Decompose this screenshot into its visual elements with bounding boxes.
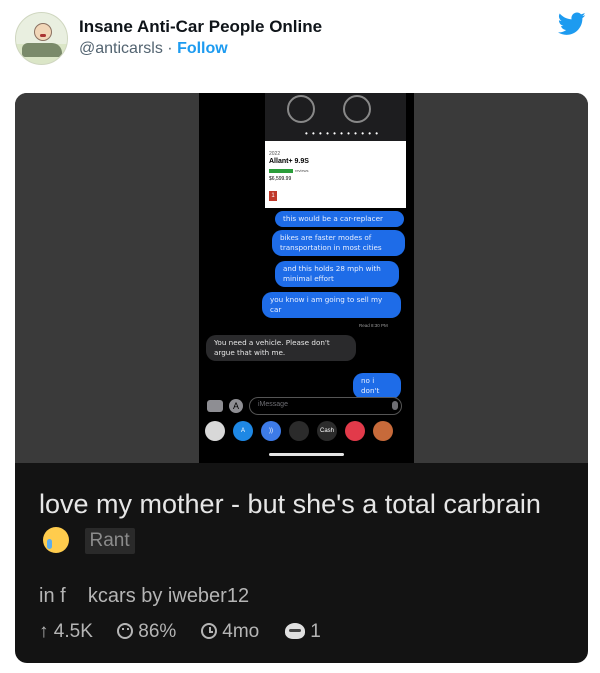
twitter-bird-icon[interactable] — [558, 12, 586, 36]
audio-icon[interactable]: )) — [261, 421, 281, 441]
ratio-stat: 86% — [117, 621, 176, 643]
awards-stat: 1 — [285, 621, 321, 643]
product-reviews: reviews — [295, 168, 309, 173]
message-bubble-sent: and this holds 28 mph with minimal effor… — [275, 261, 399, 287]
bike-wheel-icon — [287, 95, 315, 123]
cash-icon[interactable]: Cash — [317, 421, 337, 441]
app-store-icon[interactable]: A — [229, 399, 243, 413]
bike-wheel-icon — [343, 95, 371, 123]
flair-tag[interactable]: Rant — [84, 528, 135, 554]
product-year: 2022 — [269, 151, 281, 157]
pay-icon[interactable] — [289, 421, 309, 441]
tweet-header: Insane Anti-Car People Online @anticarsl… — [0, 0, 600, 80]
media-card[interactable]: • • • • • • • • • • • 2022 Allant+ 9.9S … — [15, 93, 588, 663]
images-search-icon[interactable] — [345, 421, 365, 441]
compose-bar: A iMessage — [207, 396, 407, 416]
message-bubble-sent: bikes are faster modes of transportation… — [272, 230, 405, 256]
awards-count: 1 — [310, 621, 321, 642]
award-icon — [285, 623, 305, 639]
product-preview-card: • • • • • • • • • • • 2022 Allant+ 9.9S … — [265, 93, 406, 208]
rating-stars — [269, 169, 293, 173]
post-age: 4mo — [222, 621, 260, 642]
message-bubble-received: You need a vehicle. Please don't argue t… — [206, 335, 356, 361]
phone-screenshot: • • • • • • • • • • • 2022 Allant+ 9.9S … — [199, 93, 414, 463]
product-price: $6,599.99 — [269, 176, 292, 182]
product-badge: 1 — [269, 191, 277, 201]
message-bubble-sent: you know i am going to sell my car — [262, 292, 401, 318]
upvote-arrow-icon: ↑ — [39, 621, 49, 642]
handle-row: @anticarsls · Follow — [79, 40, 228, 58]
camera-icon[interactable] — [207, 400, 223, 412]
memoji-icon[interactable] — [373, 421, 393, 441]
crying-face-icon — [43, 527, 69, 553]
app-store-icon[interactable]: A — [233, 421, 253, 441]
account-avatar[interactable] — [15, 12, 68, 65]
screenshot-panel: • • • • • • • • • • • 2022 Allant+ 9.9S … — [15, 93, 588, 463]
post-title-block[interactable]: love my mother - but she's a total carbr… — [39, 486, 559, 558]
upvote-ratio: 86% — [138, 621, 177, 642]
imessage-input[interactable]: iMessage — [249, 397, 402, 415]
separator: · — [167, 40, 173, 57]
upvotes-count: 4.5K — [53, 621, 93, 642]
app-drawer: A )) Cash — [205, 421, 410, 443]
read-receipt: Read 8:30 PM — [359, 323, 388, 328]
account-handle[interactable]: @anticarsls — [79, 40, 163, 57]
home-indicator — [269, 453, 344, 456]
upvotes-stat: ↑ 4.5K — [39, 621, 93, 643]
microphone-icon[interactable] — [392, 401, 398, 410]
product-title: Allant+ 9.9S — [269, 158, 309, 165]
bike-image: • • • • • • • • • • • — [265, 93, 406, 141]
post-title: love my mother - but she's a total carbr… — [39, 489, 541, 519]
avatar-face — [34, 23, 52, 41]
account-name[interactable]: Insane Anti-Car People Online — [79, 17, 322, 37]
carousel-dots: • • • • • • • • • • • — [305, 129, 380, 138]
post-subreddit-author[interactable]: in f kcars by iweber12 — [39, 585, 249, 608]
smiley-icon — [117, 623, 133, 639]
clock-icon — [201, 623, 217, 639]
age-stat: 4mo — [201, 621, 259, 643]
follow-button[interactable]: Follow — [177, 40, 228, 57]
avatar-mouth — [40, 34, 46, 37]
avatar-car — [22, 43, 62, 57]
message-bubble-sent: this would be a car-replacer — [275, 211, 404, 227]
contact-photo-icon[interactable] — [205, 421, 225, 441]
